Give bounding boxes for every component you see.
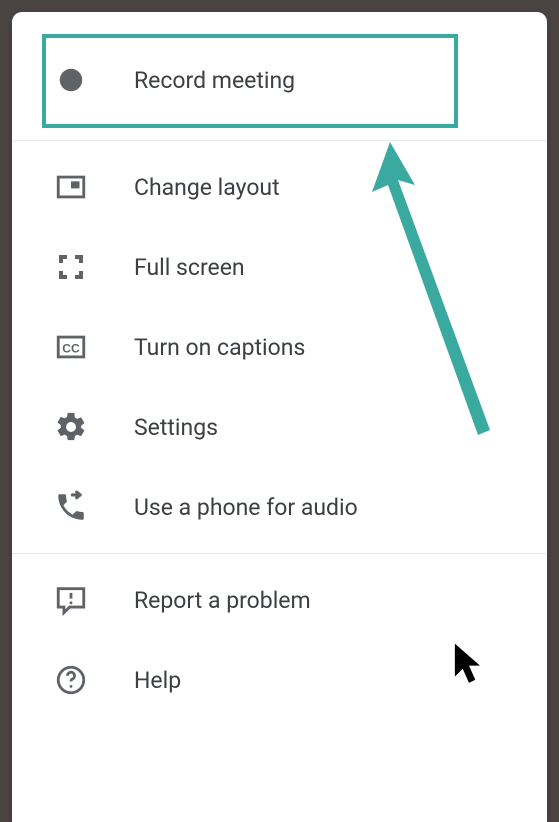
- record-icon: [52, 61, 90, 99]
- menu-section-2: Change layout Full screen CC Turn on cap…: [12, 147, 547, 547]
- record-meeting-item[interactable]: Record meeting: [12, 40, 547, 120]
- captions-item[interactable]: CC Turn on captions: [12, 307, 547, 387]
- divider: [12, 553, 547, 554]
- report-problem-item[interactable]: Report a problem: [12, 560, 547, 640]
- svg-text:CC: CC: [62, 342, 80, 356]
- help-item[interactable]: Help: [12, 640, 547, 720]
- settings-item[interactable]: Settings: [12, 387, 547, 467]
- gear-icon: [52, 408, 90, 446]
- full-screen-item[interactable]: Full screen: [12, 227, 547, 307]
- fullscreen-icon: [52, 248, 90, 286]
- report-label: Report a problem: [134, 587, 311, 614]
- layout-icon: [52, 168, 90, 206]
- captions-label: Turn on captions: [134, 334, 305, 361]
- feedback-icon: [52, 581, 90, 619]
- captions-icon: CC: [52, 328, 90, 366]
- divider: [12, 140, 547, 141]
- change-layout-label: Change layout: [134, 174, 280, 201]
- help-label: Help: [134, 667, 181, 694]
- phone-audio-label: Use a phone for audio: [134, 494, 358, 521]
- settings-label: Settings: [134, 414, 218, 441]
- change-layout-item[interactable]: Change layout: [12, 147, 547, 227]
- phone-icon: [52, 488, 90, 526]
- help-icon: [52, 661, 90, 699]
- full-screen-label: Full screen: [134, 254, 245, 281]
- menu-section-1: Record meeting: [12, 24, 547, 134]
- record-label: Record meeting: [134, 67, 295, 94]
- phone-audio-item[interactable]: Use a phone for audio: [12, 467, 547, 547]
- options-menu: Record meeting Change layout Full screen: [12, 12, 547, 822]
- menu-section-3: Report a problem Help: [12, 560, 547, 720]
